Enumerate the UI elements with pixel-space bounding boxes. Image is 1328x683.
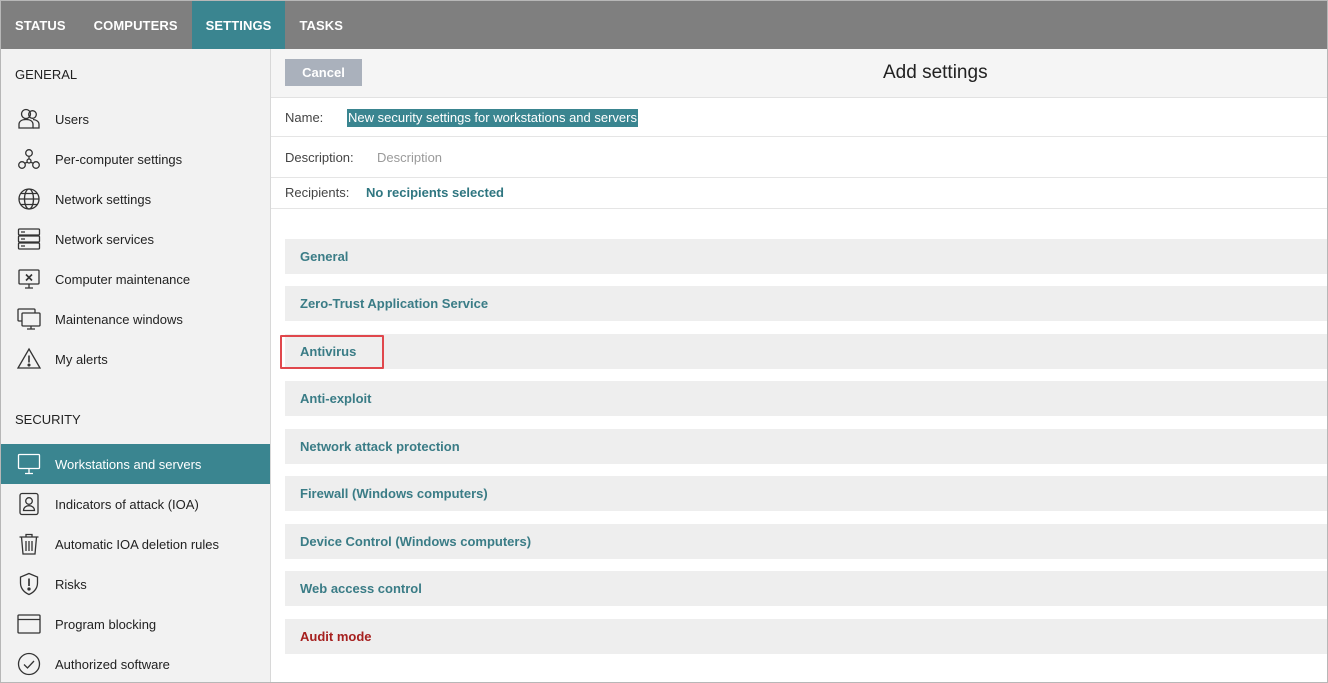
server-stack-icon: [16, 226, 42, 252]
sidebar-item-label: My alerts: [55, 351, 108, 367]
section-zero-trust-application-service[interactable]: Zero-Trust Application Service: [285, 286, 1327, 321]
description-label: Description:: [285, 150, 354, 165]
section-device-control[interactable]: Device Control (Windows computers): [285, 524, 1327, 559]
sidebar-item-computer-maintenance[interactable]: Computer maintenance: [1, 259, 270, 299]
name-label: Name:: [285, 110, 324, 125]
section-label: Anti-exploit: [300, 391, 372, 406]
sidebar-item-label: Program blocking: [55, 616, 157, 632]
sidebar-item-maintenance-windows[interactable]: Maintenance windows: [1, 299, 270, 339]
sidebar-item-automatic-ioa-deletion-rules[interactable]: Automatic IOA deletion rules: [1, 524, 270, 564]
check-circle-icon: [16, 651, 42, 677]
ioa-badge-icon: [16, 491, 42, 517]
section-label: Network attack protection: [300, 439, 460, 454]
sidebar-item-network-settings[interactable]: Network settings: [1, 179, 270, 219]
app-window: STATUS COMPUTERS SETTINGS TASKS GENERAL …: [0, 0, 1328, 683]
section-firewall[interactable]: Firewall (Windows computers): [285, 476, 1327, 511]
globe-icon: [16, 186, 42, 212]
sidebar-section-security-title: SECURITY: [15, 412, 81, 427]
page-title: Add settings: [883, 62, 988, 83]
description-row: Description:: [271, 137, 1327, 178]
sidebar-item-label: Per-computer settings: [55, 151, 183, 167]
top-nav: STATUS COMPUTERS SETTINGS TASKS: [1, 1, 1327, 49]
sidebar-item-label: Risks: [55, 576, 87, 592]
name-field[interactable]: New security settings for workstations a…: [347, 109, 638, 127]
sidebar-item-risks[interactable]: Risks: [1, 564, 270, 604]
computer-maintenance-icon: [16, 266, 42, 292]
section-audit-mode[interactable]: Audit mode: [285, 619, 1327, 654]
section-web-access-control[interactable]: Web access control: [285, 571, 1327, 606]
recipients-row: Recipients: No recipients selected: [271, 178, 1327, 209]
section-label: Audit mode: [300, 629, 372, 644]
sidebar-item-label: Automatic IOA deletion rules: [55, 536, 220, 552]
monitor-icon: [16, 451, 42, 477]
tab-tasks[interactable]: TASKS: [285, 1, 357, 49]
section-general[interactable]: General: [285, 239, 1327, 274]
sidebar-item-per-computer-settings[interactable]: Per-computer settings: [1, 139, 270, 179]
tab-settings[interactable]: SETTINGS: [191, 1, 286, 49]
sidebar-item-authorized-software[interactable]: Authorized software: [1, 644, 270, 682]
recipients-label: Recipients:: [285, 185, 350, 200]
section-label: Zero-Trust Application Service: [300, 296, 489, 311]
section-label: Device Control (Windows computers): [300, 534, 532, 549]
main-panel: Cancel Add settings Name: New security s…: [271, 49, 1327, 682]
sidebar-section-general-title: GENERAL: [15, 67, 78, 82]
description-field[interactable]: [377, 147, 977, 167]
sidebar-item-label: Workstations and servers: [55, 456, 202, 472]
section-label: Firewall (Windows computers): [300, 486, 488, 501]
sidebar-item-workstations-and-servers[interactable]: Workstations and servers: [1, 444, 270, 484]
sidebar-item-label: Network settings: [55, 191, 152, 207]
sidebar-item-label: Users: [55, 111, 89, 127]
sidebar-item-label: Indicators of attack (IOA): [55, 496, 199, 512]
section-anti-exploit[interactable]: Anti-exploit: [285, 381, 1327, 416]
antivirus-highlight-box: [280, 335, 384, 369]
trash-icon: [16, 531, 42, 557]
sidebar-item-my-alerts[interactable]: My alerts: [1, 339, 270, 379]
sidebar: GENERAL Users Per-computer settings Netw…: [1, 49, 271, 682]
section-antivirus[interactable]: Antivirus: [285, 334, 1327, 369]
tab-status[interactable]: STATUS: [1, 1, 80, 49]
warning-triangle-icon: [16, 346, 42, 372]
network-nodes-icon: [16, 146, 42, 172]
users-icon: [16, 106, 42, 132]
sidebar-item-users[interactable]: Users: [1, 99, 270, 139]
section-label: General: [300, 249, 349, 264]
sidebar-item-label: Authorized software: [55, 656, 170, 672]
sidebar-item-program-blocking[interactable]: Program blocking: [1, 604, 270, 644]
browser-window-icon: [16, 611, 42, 637]
shield-alert-icon: [16, 571, 42, 597]
sidebar-item-label: Computer maintenance: [55, 271, 191, 287]
windows-monitor-icon: [16, 306, 42, 332]
name-row: Name: New security settings for workstat…: [271, 98, 1327, 137]
sidebar-item-network-services[interactable]: Network services: [1, 219, 270, 259]
sidebar-item-label: Network services: [55, 231, 154, 247]
sidebar-item-indicators-of-attack[interactable]: Indicators of attack (IOA): [1, 484, 270, 524]
section-network-attack-protection[interactable]: Network attack protection: [285, 429, 1327, 464]
cancel-button[interactable]: Cancel: [285, 59, 362, 86]
header-row: Cancel Add settings: [271, 49, 1327, 98]
tab-computers[interactable]: COMPUTERS: [80, 1, 192, 49]
sidebar-item-label: Maintenance windows: [55, 311, 183, 327]
section-label: Web access control: [300, 581, 422, 596]
recipients-link[interactable]: No recipients selected: [366, 185, 504, 200]
